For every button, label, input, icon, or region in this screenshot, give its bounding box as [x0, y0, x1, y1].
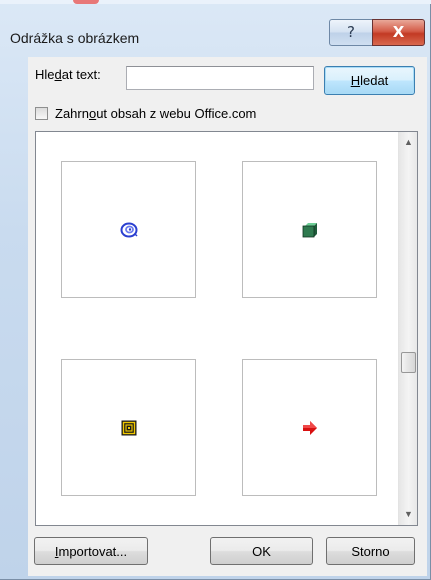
- question-mark-icon: ?: [347, 23, 355, 41]
- picture-bullet-gallery: ▲ ▼: [35, 131, 418, 526]
- cancel-button[interactable]: Storno: [326, 537, 415, 565]
- help-button[interactable]: ?: [329, 19, 373, 46]
- include-web-label[interactable]: Zahrnout obsah z webu Office.com: [55, 106, 256, 121]
- search-input[interactable]: [126, 66, 314, 90]
- ok-button[interactable]: OK: [210, 537, 313, 565]
- scroll-down-arrow-icon[interactable]: ▼: [399, 506, 417, 523]
- include-web-checkbox[interactable]: [35, 107, 48, 120]
- search-label: Hledat text:: [35, 67, 101, 82]
- gallery-scrollbar[interactable]: ▲ ▼: [398, 132, 417, 525]
- bullet-tile[interactable]: [61, 161, 196, 298]
- bullet-tile[interactable]: [61, 359, 196, 496]
- dialog-title: Odrážka s obrázkem: [10, 30, 140, 46]
- search-button[interactable]: Hledat: [324, 66, 415, 95]
- square-spiral-bullet-icon: [121, 420, 136, 435]
- close-icon: X: [392, 23, 405, 41]
- bullet-tile[interactable]: [242, 359, 377, 496]
- close-button[interactable]: X: [372, 19, 425, 46]
- spiral-bullet-icon: [120, 222, 138, 237]
- import-button[interactable]: Importovat...: [34, 537, 148, 565]
- scroll-up-arrow-icon[interactable]: ▲: [399, 134, 417, 151]
- bullet-tile[interactable]: [242, 161, 377, 298]
- red-arrow-bullet-icon: [302, 420, 317, 435]
- background-window-mark: [73, 0, 99, 4]
- window-top-edge: [0, 0, 431, 4]
- scrollbar-thumb[interactable]: [401, 352, 416, 373]
- green-cube-bullet-icon: [302, 222, 317, 237]
